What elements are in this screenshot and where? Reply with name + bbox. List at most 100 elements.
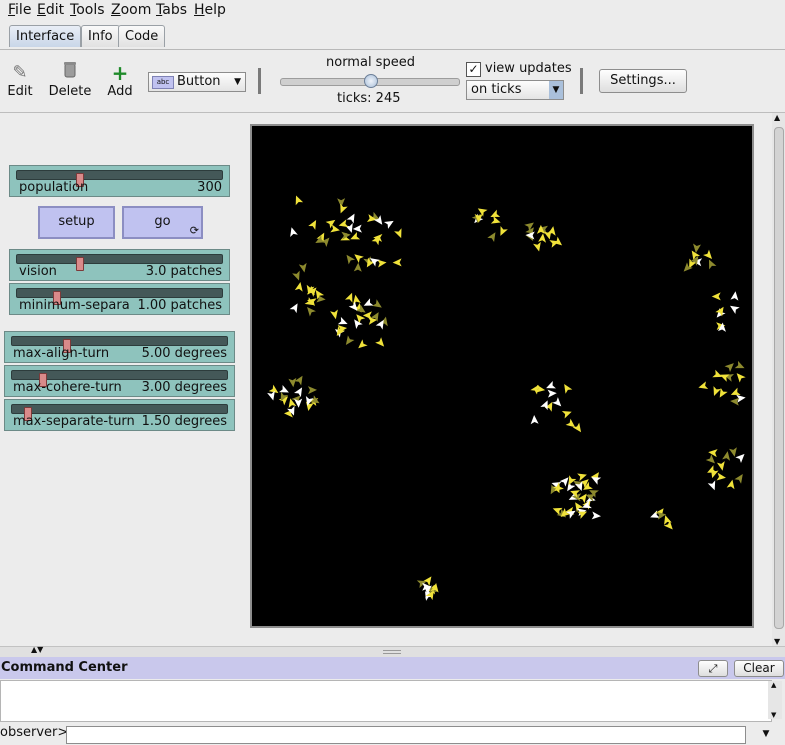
settings-button[interactable]: Settings...: [599, 69, 687, 93]
menu-bar: File Edit Tools Zoom Tabs Help: [0, 0, 785, 21]
turtle: [289, 303, 298, 314]
toolbar: ✎ Edit Delete + Add abc Button ▼ normal …: [0, 50, 785, 113]
menu-file[interactable]: File: [8, 2, 31, 18]
scroll-up-icon: ▲: [774, 113, 781, 122]
scroll-down-icon: ▼: [774, 637, 781, 646]
turtle: [726, 479, 735, 490]
turtle: [392, 258, 402, 267]
go-button[interactable]: go ⟳: [122, 206, 203, 239]
turtle: [722, 451, 731, 461]
widget-type-select[interactable]: abc Button ▼: [148, 72, 246, 92]
add-button[interactable]: + Add: [106, 62, 134, 99]
add-label: Add: [107, 84, 133, 99]
turtle: [294, 281, 303, 292]
turtle: [292, 270, 300, 281]
turtle: [487, 232, 496, 243]
turtle: [294, 387, 303, 398]
slider-track[interactable]: [11, 370, 228, 387]
delete-button[interactable]: Delete: [48, 62, 92, 99]
turtle: [530, 415, 539, 425]
update-mode-select[interactable]: on ticks ▼: [466, 80, 564, 100]
turtle: [713, 386, 721, 396]
menu-tools[interactable]: Tools: [70, 2, 105, 18]
max-cohere-turn-slider[interactable]: max-cohere-turn 3.00 degrees: [4, 365, 235, 397]
slider-value: 3.00 degrees: [141, 380, 227, 395]
menu-zoom[interactable]: Zoom: [111, 2, 151, 18]
menu-edit[interactable]: Edit: [37, 2, 64, 18]
observer-prompt[interactable]: observer>: [0, 725, 68, 740]
chevron-down-icon: ▼: [762, 729, 770, 739]
turtle: [716, 461, 725, 471]
scroll-down-icon: ▼: [771, 711, 777, 719]
history-dropdown[interactable]: ▼: [752, 726, 780, 742]
command-output[interactable]: [0, 680, 772, 722]
slider-label: vision: [19, 264, 57, 279]
speed-slider[interactable]: [280, 74, 460, 88]
turtle: [307, 307, 316, 317]
slider-track[interactable]: [11, 404, 228, 421]
turtle: [715, 306, 724, 317]
turtle: [716, 472, 726, 481]
slider-label: max-align-turn: [13, 346, 110, 361]
tab-code[interactable]: Code: [118, 25, 166, 47]
output-scrollbar[interactable]: ▲ ▼: [768, 681, 782, 719]
turtle: [298, 262, 307, 273]
clear-button[interactable]: Clear: [734, 660, 784, 677]
turtle: [708, 259, 717, 270]
setup-button[interactable]: setup: [38, 206, 115, 239]
turtle: [730, 291, 739, 301]
tab-interface[interactable]: Interface: [9, 25, 82, 47]
tab-info[interactable]: Info: [81, 25, 120, 47]
turtle: [330, 309, 338, 320]
turtle: [354, 254, 364, 264]
scroll-up-icon: ▲: [771, 681, 777, 689]
button-widget-icon: abc: [152, 76, 174, 89]
scrollbar-thumb[interactable]: [774, 127, 784, 629]
turtle-layer: [267, 195, 746, 601]
view-updates-label: view updates: [485, 61, 572, 76]
turtle: [350, 232, 361, 240]
slider-track[interactable]: [16, 288, 223, 305]
tab-bar: Interface Info Code: [0, 21, 785, 50]
turtle: [372, 299, 382, 308]
minimum-separation-slider[interactable]: minimum-separat... 1.00 patches: [9, 283, 230, 315]
turtle: [552, 397, 562, 407]
slider-value: 3.0 patches: [145, 264, 222, 279]
slider-thumb[interactable]: [75, 257, 84, 271]
view-updates-checkbox[interactable]: ✓: [466, 62, 481, 77]
slider-label: minimum-separat...: [19, 298, 129, 313]
slider-label: population: [19, 180, 89, 195]
command-input[interactable]: [66, 726, 746, 744]
population-slider[interactable]: population 300: [9, 165, 230, 197]
vertical-scrollbar[interactable]: ▲ ▼: [772, 113, 785, 646]
turtle: [572, 422, 582, 433]
max-align-turn-slider[interactable]: max-align-turn 5.00 degrees: [4, 331, 235, 363]
turtle: [352, 224, 363, 233]
turtle: [308, 220, 317, 230]
speed-slider-thumb[interactable]: [364, 74, 378, 88]
slider-track[interactable]: [11, 336, 228, 353]
go-label: go: [154, 214, 171, 229]
slider-track[interactable]: [16, 170, 223, 187]
edit-button[interactable]: ✎ Edit: [6, 62, 34, 99]
vision-slider[interactable]: vision 3.0 patches: [9, 249, 230, 281]
turtle: [561, 411, 572, 419]
menu-tabs[interactable]: Tabs: [156, 2, 187, 18]
turtle: [358, 339, 368, 349]
widget-type-value: Button: [177, 74, 221, 89]
slider-track[interactable]: [16, 254, 223, 271]
menu-help[interactable]: Help: [194, 2, 226, 18]
slider-value: 1.00 patches: [137, 298, 222, 313]
turtle: [577, 473, 587, 482]
toolbar-divider: [580, 68, 583, 94]
world-view[interactable]: [250, 124, 754, 628]
forever-icon: ⟳: [189, 224, 199, 237]
detach-button[interactable]: ⤢: [698, 660, 728, 677]
delete-label: Delete: [48, 84, 92, 99]
edit-label: Edit: [7, 84, 33, 99]
turtle: [278, 396, 289, 406]
tick-counter: ticks: 245: [337, 91, 401, 106]
update-mode-value: on ticks: [471, 82, 522, 97]
max-separate-turn-slider[interactable]: max-separate-turn 1.50 degrees: [4, 399, 235, 431]
turtle: [730, 305, 740, 315]
